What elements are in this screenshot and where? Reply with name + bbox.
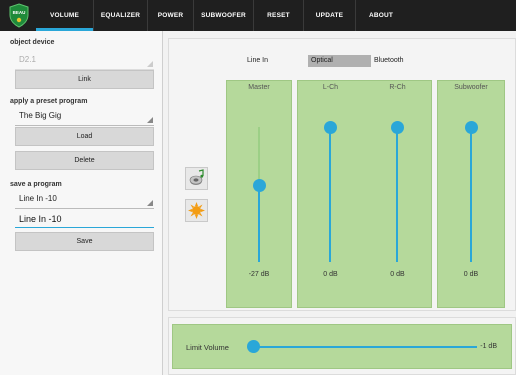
subwoofer-slider-track[interactable] xyxy=(470,127,472,262)
left-channel-label: L-Ch xyxy=(322,84,339,91)
tab-volume[interactable]: VOLUME xyxy=(36,0,94,31)
tab-reset[interactable]: RESET xyxy=(254,0,304,31)
preset-program-value: The Big Gig xyxy=(19,111,62,120)
limit-volume-label: Limit Volume xyxy=(186,343,229,352)
object-device-dropdown[interactable]: D2.1 xyxy=(15,52,154,70)
left-channel-slider-track[interactable] xyxy=(329,127,331,262)
source-bluetooth[interactable]: Bluetooth xyxy=(371,55,435,67)
preset-program-dropdown[interactable]: The Big Gig xyxy=(15,108,154,126)
sun-icon xyxy=(188,202,205,219)
link-button[interactable]: Link xyxy=(15,70,154,89)
object-device-label: object device xyxy=(10,39,55,46)
limit-volume-value: -1 dB xyxy=(480,343,497,350)
dropdown-arrow-icon xyxy=(147,61,153,67)
tab-equalizer[interactable]: EQUALIZER xyxy=(94,0,148,31)
master-slider-fill xyxy=(258,185,260,262)
save-program-label: save a program xyxy=(10,181,62,188)
left-channel-db-value: 0 dB xyxy=(323,271,338,278)
right-channel-db-value: 0 dB xyxy=(390,271,405,278)
limit-volume-thumb[interactable] xyxy=(246,340,260,353)
preset-program-label: apply a preset program xyxy=(10,98,88,105)
right-channel-slider-track[interactable] xyxy=(396,127,398,262)
tab-power[interactable]: POWER xyxy=(148,0,194,31)
top-nav-bar: BEAU VOLUME EQUALIZER POWER SUBWOOFER RE… xyxy=(0,0,516,31)
right-channel-slider-thumb[interactable] xyxy=(390,120,404,134)
delete-button[interactable]: Delete xyxy=(15,151,154,170)
left-channel-slider-thumb[interactable] xyxy=(323,120,337,134)
logo-text: BEAU xyxy=(13,10,26,15)
program-name-input[interactable]: Line In -10 xyxy=(15,211,154,228)
brand-logo-shield-icon: BEAU xyxy=(9,3,29,28)
master-slider-thumb[interactable] xyxy=(252,178,266,192)
limit-volume-card: Limit Volume -1 dB xyxy=(172,324,512,369)
speaker-music-icon xyxy=(189,169,204,185)
save-button[interactable]: Save xyxy=(15,232,154,251)
subwoofer-slider-thumb[interactable] xyxy=(464,120,478,134)
master-db-value: -27 dB xyxy=(248,271,270,278)
tab-about[interactable]: ABOUT xyxy=(356,0,406,31)
speaker-button[interactable] xyxy=(185,167,208,190)
tab-update[interactable]: UPDATE xyxy=(304,0,356,31)
source-line-in[interactable]: Line In xyxy=(244,55,308,67)
limit-volume-track[interactable] xyxy=(253,346,477,348)
load-button[interactable]: Load xyxy=(15,127,154,146)
left-sidebar: object device D2.1 Link apply a preset p… xyxy=(0,31,163,375)
dropdown-arrow-icon xyxy=(147,200,153,206)
save-program-dropdown[interactable]: Line In -10 xyxy=(15,191,154,209)
right-channel-label: R-Ch xyxy=(389,84,406,91)
master-label: Master xyxy=(248,84,270,91)
save-program-value: Line In -10 xyxy=(19,194,57,203)
source-optical[interactable]: Optical xyxy=(308,55,371,67)
tab-subwoofer[interactable]: SUBWOOFER xyxy=(194,0,254,31)
object-device-value: D2.1 xyxy=(19,55,36,64)
subwoofer-label: Subwoofer xyxy=(454,84,488,91)
sun-button[interactable] xyxy=(185,199,208,222)
dropdown-arrow-icon xyxy=(147,117,153,123)
subwoofer-db-value: 0 dB xyxy=(463,271,479,278)
